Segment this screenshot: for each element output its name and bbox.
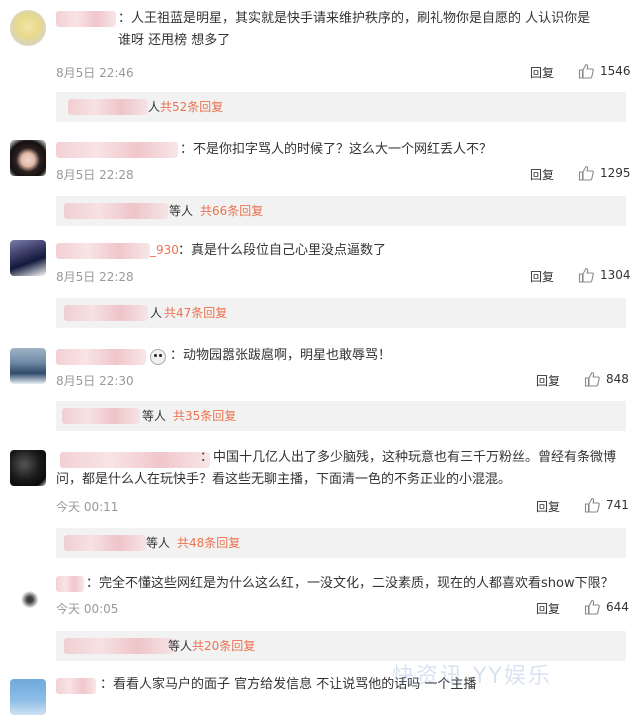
- avatar[interactable]: [10, 348, 46, 384]
- reply-suffix: 等人: [142, 409, 167, 423]
- reply-button[interactable]: 回复: [536, 600, 560, 617]
- thumbs-up-icon: [584, 371, 600, 387]
- like-button[interactable]: 644: [584, 599, 629, 615]
- avatar[interactable]: [10, 450, 46, 486]
- reply-suffix: 等人: [169, 204, 194, 218]
- comment-1: ：人王祖蓝是明星，其实就是快手请来维护秩序的，刷礼物你是自愿的 人认识你是谁呀 …: [0, 0, 638, 130]
- reply-users: [68, 99, 148, 115]
- reply-suffix: 等人: [146, 536, 171, 550]
- comment-text: ：完全不懂这些网红是为什么这么红，一没文化，二没素质，现在的人都喜欢看show下…: [86, 576, 614, 591]
- reply-summary[interactable]: 人 共52条回复: [56, 92, 626, 122]
- reply-button[interactable]: 回复: [536, 372, 560, 389]
- reply-button[interactable]: 回复: [530, 64, 554, 81]
- comment-text: ：中国十几亿人出了多少脑残，这种玩意也有三千万粉丝。曾经有条微博问，都是什么人在…: [56, 450, 617, 487]
- like-button[interactable]: 1295: [578, 165, 631, 181]
- comment-time: 今天 00:05: [56, 602, 119, 616]
- reply-users: [64, 305, 148, 321]
- reply-count-link[interactable]: 共48条回复: [177, 534, 240, 551]
- thumbs-up-icon: [578, 63, 594, 79]
- comment-text: ：真是什么段位自己心里没点逼数了: [178, 243, 387, 258]
- reply-count-link[interactable]: 共20条回复: [192, 637, 255, 654]
- avatar[interactable]: [10, 140, 46, 176]
- comment-5: ：中国十几亿人出了多少脑残，这种玩意也有三千万粉丝。曾经有条微博问，都是什么人在…: [0, 440, 638, 570]
- reply-count-link[interactable]: 共35条回复: [173, 407, 236, 424]
- username[interactable]: [56, 142, 178, 158]
- avatar[interactable]: [10, 578, 46, 614]
- comment-4: ：动物园嚣张跋扈啊，明星也敢辱骂！ 8月5日 22:30 回复 848 等人 共…: [0, 340, 638, 440]
- reply-count-link[interactable]: 共66条回复: [200, 202, 263, 219]
- username[interactable]: [56, 678, 96, 694]
- like-count: 848: [606, 372, 629, 386]
- username[interactable]: [56, 576, 84, 592]
- watermark: 快资讯 YY娱乐: [392, 664, 552, 689]
- reply-users: [62, 408, 140, 424]
- avatar[interactable]: [10, 679, 46, 715]
- reply-summary[interactable]: 等人 共35条回复: [56, 401, 626, 431]
- like-button[interactable]: 1304: [578, 267, 631, 283]
- panda-emoji-icon: [150, 349, 166, 365]
- comment-2: ：不是你扣字骂人的时候了？这么大一个网红丢人不？ 8月5日 22:28 回复 1…: [0, 130, 638, 230]
- avatar[interactable]: [10, 240, 46, 276]
- reply-button[interactable]: 回复: [530, 166, 554, 183]
- thumbs-up-icon: [584, 497, 600, 513]
- like-count: 1304: [600, 268, 631, 282]
- reply-summary[interactable]: 等人 共66条回复: [56, 196, 626, 226]
- comment-time: 8月5日 22:28: [56, 168, 134, 182]
- like-count: 1546: [600, 64, 631, 78]
- reply-suffix: 等人: [168, 639, 193, 653]
- comment-3: _930 ：真是什么段位自己心里没点逼数了 8月5日 22:28 回复 1304…: [0, 230, 638, 340]
- reply-button[interactable]: 回复: [536, 498, 560, 515]
- like-count: 1295: [600, 166, 631, 180]
- reply-users: [64, 203, 168, 219]
- avatar[interactable]: [10, 10, 46, 46]
- reply-summary[interactable]: 等人 共48条回复: [56, 528, 626, 558]
- comment-text: ：人王祖蓝是明星，其实就是快手请来维护秩序的，刷礼物你是自愿的 人认识你是谁呀 …: [118, 11, 591, 48]
- username[interactable]: [56, 243, 150, 259]
- comment-time: 8月5日 22:30: [56, 374, 134, 388]
- like-button[interactable]: 741: [584, 497, 629, 513]
- comment-time: 8月5日 22:28: [56, 270, 134, 284]
- reply-summary[interactable]: 等人 共20条回复: [56, 631, 626, 661]
- comment-6: ：完全不懂这些网红是为什么这么红，一没文化，二没素质，现在的人都喜欢看show下…: [0, 570, 638, 670]
- reply-count-link[interactable]: 共52条回复: [160, 98, 223, 115]
- thumbs-up-icon: [578, 165, 594, 181]
- reply-summary[interactable]: 人 共47条回复: [56, 298, 626, 328]
- comment-time: 8月5日 22:46: [56, 66, 134, 80]
- reply-users: [64, 535, 146, 551]
- reply-suffix: 人: [148, 100, 161, 114]
- reply-button[interactable]: 回复: [530, 268, 554, 285]
- reply-suffix: 人: [150, 306, 163, 320]
- reply-users: [64, 638, 174, 654]
- username[interactable]: [56, 349, 146, 365]
- thumbs-up-icon: [584, 599, 600, 615]
- like-button[interactable]: 1546: [578, 63, 631, 79]
- comment-text: ：不是你扣字骂人的时候了？这么大一个网红丢人不？: [180, 142, 493, 157]
- comment-time: 今天 00:11: [56, 500, 119, 514]
- username[interactable]: [56, 11, 116, 27]
- like-count: 644: [606, 600, 629, 614]
- username-suffix[interactable]: _930: [150, 243, 179, 257]
- like-button[interactable]: 848: [584, 371, 629, 387]
- comment-text: ：动物园嚣张跋扈啊，明星也敢辱骂！: [170, 348, 392, 363]
- thumbs-up-icon: [578, 267, 594, 283]
- like-count: 741: [606, 498, 629, 512]
- reply-count-link[interactable]: 共47条回复: [164, 304, 227, 321]
